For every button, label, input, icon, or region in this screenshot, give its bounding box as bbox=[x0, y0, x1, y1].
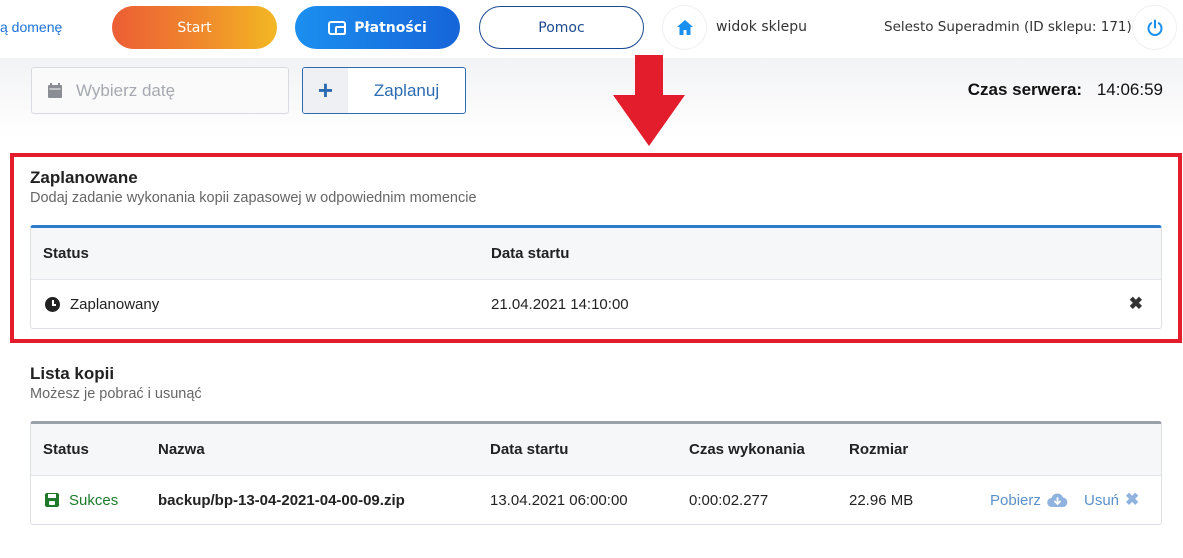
help-button[interactable]: Pomoc bbox=[479, 6, 644, 49]
floppy-disk-icon bbox=[45, 493, 59, 507]
cloud-download-icon bbox=[1047, 492, 1068, 507]
column-duration: Czas wykonania bbox=[689, 441, 805, 458]
schedule-button-label: Zaplanuj bbox=[373, 80, 440, 100]
duration-cell: 0:00:02.277 bbox=[689, 491, 769, 509]
annotation-highlight-box bbox=[10, 153, 1182, 343]
date-picker[interactable] bbox=[31, 67, 289, 114]
column-status: Status bbox=[43, 441, 89, 458]
user-info: Selesto Superadmin (ID sklepu: 171) bbox=[884, 19, 1132, 35]
column-start-date: Data startu bbox=[490, 441, 569, 458]
domain-link[interactable]: ą domenę bbox=[0, 19, 62, 35]
power-icon bbox=[1147, 19, 1162, 36]
server-time-label: Czas serwera: bbox=[967, 80, 1083, 99]
wallet-icon bbox=[328, 20, 347, 35]
table-header: Status Nazwa Data startu Czas wykonania … bbox=[31, 424, 1161, 476]
start-button[interactable]: Start bbox=[112, 6, 277, 49]
calendar-icon bbox=[48, 83, 62, 98]
download-label: Pobierz bbox=[990, 491, 1041, 509]
date-input-field[interactable] bbox=[76, 80, 256, 101]
server-time-value: 14:06:59 bbox=[1096, 80, 1163, 99]
column-name: Nazwa bbox=[158, 441, 205, 458]
home-icon bbox=[676, 20, 693, 35]
status-text: Sukces bbox=[69, 491, 119, 509]
help-button-label: Pomoc bbox=[538, 19, 585, 36]
backup-name-cell: backup/bp-13-04-2021-04-00-09.zip bbox=[158, 491, 405, 509]
home-button[interactable] bbox=[663, 6, 706, 49]
download-button[interactable]: Pobierz bbox=[990, 476, 1068, 524]
start-date-cell: 13.04.2021 06:00:00 bbox=[490, 491, 628, 509]
delete-label: Usuń bbox=[1084, 491, 1120, 509]
table-row: Sukces backup/bp-13-04-2021-04-00-09.zip… bbox=[31, 476, 1161, 524]
delete-button[interactable]: Usuń ✖ bbox=[1084, 476, 1139, 524]
annotation-arrow-icon bbox=[613, 55, 685, 146]
backups-table: Status Nazwa Data startu Czas wykonania … bbox=[30, 421, 1162, 525]
backups-title: Lista kopii bbox=[30, 364, 115, 383]
status-cell: Sukces bbox=[45, 476, 118, 524]
start-button-label: Start bbox=[177, 19, 212, 36]
close-icon: ✖ bbox=[1125, 490, 1140, 509]
schedule-button[interactable]: + Zaplanuj bbox=[302, 67, 466, 114]
column-size: Rozmiar bbox=[849, 441, 909, 458]
server-time: Czas serwera: 14:06:59 bbox=[968, 80, 1163, 100]
payments-button-label: Płatności bbox=[354, 19, 427, 36]
plus-icon: + bbox=[303, 68, 348, 113]
size-cell: 22.96 MB bbox=[849, 491, 914, 509]
payments-button[interactable]: Płatności bbox=[295, 6, 460, 49]
logout-button[interactable] bbox=[1133, 6, 1176, 49]
shop-view-link[interactable]: widok sklepu bbox=[716, 19, 807, 35]
top-navigation: ą domenę Start Płatności Pomoc widok skl… bbox=[0, 0, 1183, 58]
backups-subtitle: Możesz je pobrać i usunąć bbox=[30, 386, 202, 402]
